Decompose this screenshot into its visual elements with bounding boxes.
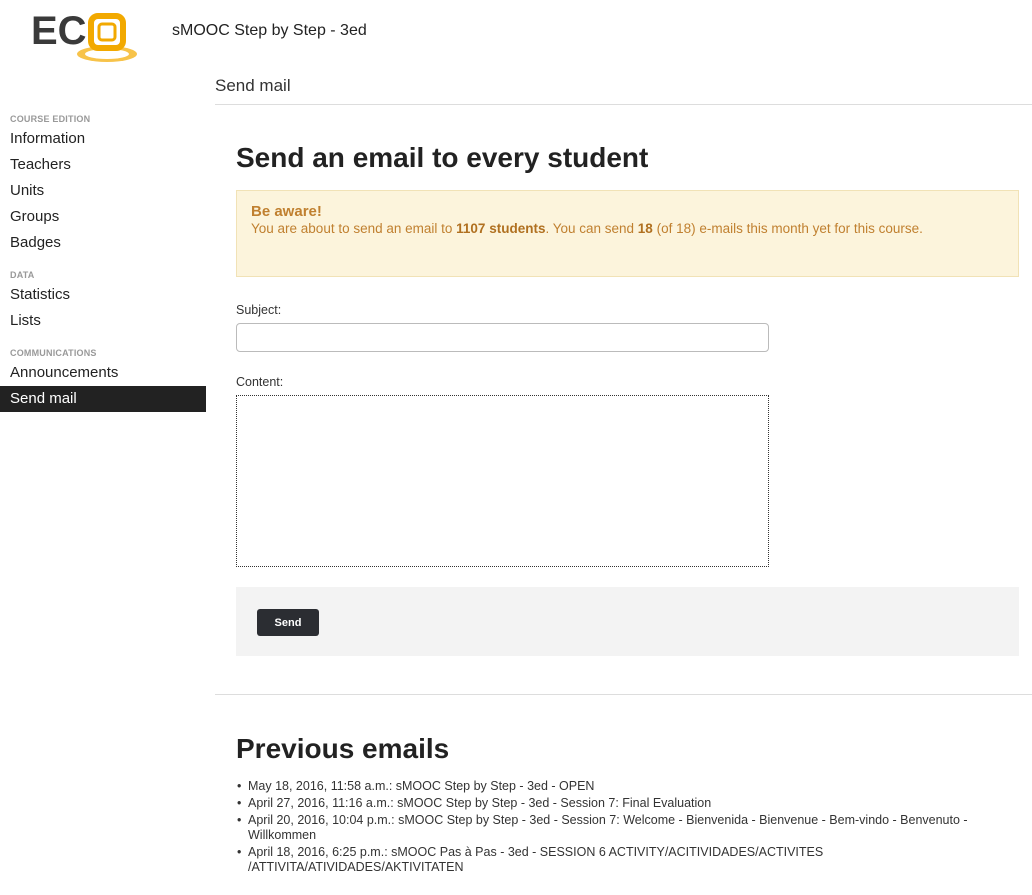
subject-label: Subject: xyxy=(236,303,282,317)
page-subtitle: Send mail xyxy=(215,76,291,95)
sidebar-item-units[interactable]: Units xyxy=(0,178,206,204)
sidebar-item-groups[interactable]: Groups xyxy=(0,204,206,230)
remaining-count: 18 xyxy=(637,221,653,236)
list-item[interactable]: April 18, 2016, 6:25 p.m.: sMOOC Pas à P… xyxy=(236,845,1026,875)
list-item[interactable]: May 18, 2016, 11:58 a.m.: sMOOC Step by … xyxy=(236,779,1026,794)
sidebar: COURSE EDITION Information Teachers Unit… xyxy=(0,108,206,412)
sidebar-item-send-mail[interactable]: Send mail xyxy=(0,386,206,412)
alert-message: You are about to send an email to 1107 s… xyxy=(251,221,923,236)
alert-title: Be aware! xyxy=(251,203,322,220)
page-title: Send an email to every student xyxy=(236,142,649,173)
content-label: Content: xyxy=(236,375,284,389)
previous-emails-list: May 18, 2016, 11:58 a.m.: sMOOC Step by … xyxy=(236,779,1026,877)
divider xyxy=(215,694,1032,695)
divider xyxy=(215,104,1032,105)
content-textarea[interactable] xyxy=(236,395,769,567)
sidebar-item-teachers[interactable]: Teachers xyxy=(0,152,206,178)
sidebar-heading-data: DATA xyxy=(10,270,35,280)
sidebar-item-badges[interactable]: Badges xyxy=(0,230,206,256)
previous-emails-title: Previous emails xyxy=(236,733,450,764)
sidebar-item-information[interactable]: Information xyxy=(0,126,206,152)
sidebar-item-announcements[interactable]: Announcements xyxy=(0,360,206,386)
sidebar-item-lists[interactable]: Lists xyxy=(0,308,206,334)
sidebar-heading-communications: COMMUNICATIONS xyxy=(10,348,97,358)
list-item[interactable]: April 20, 2016, 10:04 p.m.: sMOOC Step b… xyxy=(236,813,1026,843)
svg-text:EC: EC xyxy=(31,10,87,53)
sidebar-heading-course-edition: COURSE EDITION xyxy=(10,114,91,124)
subject-input[interactable] xyxy=(236,323,769,352)
eco-logo[interactable]: EC xyxy=(31,10,137,66)
form-actions: Send xyxy=(236,587,1019,656)
course-title[interactable]: sMOOC Step by Step - 3ed xyxy=(172,22,367,40)
student-count: 1107 students xyxy=(456,221,546,236)
send-button[interactable]: Send xyxy=(257,609,319,636)
sidebar-item-statistics[interactable]: Statistics xyxy=(0,282,206,308)
list-item[interactable]: April 27, 2016, 11:16 a.m.: sMOOC Step b… xyxy=(236,796,1026,811)
warning-alert: Be aware! You are about to send an email… xyxy=(236,190,1019,277)
